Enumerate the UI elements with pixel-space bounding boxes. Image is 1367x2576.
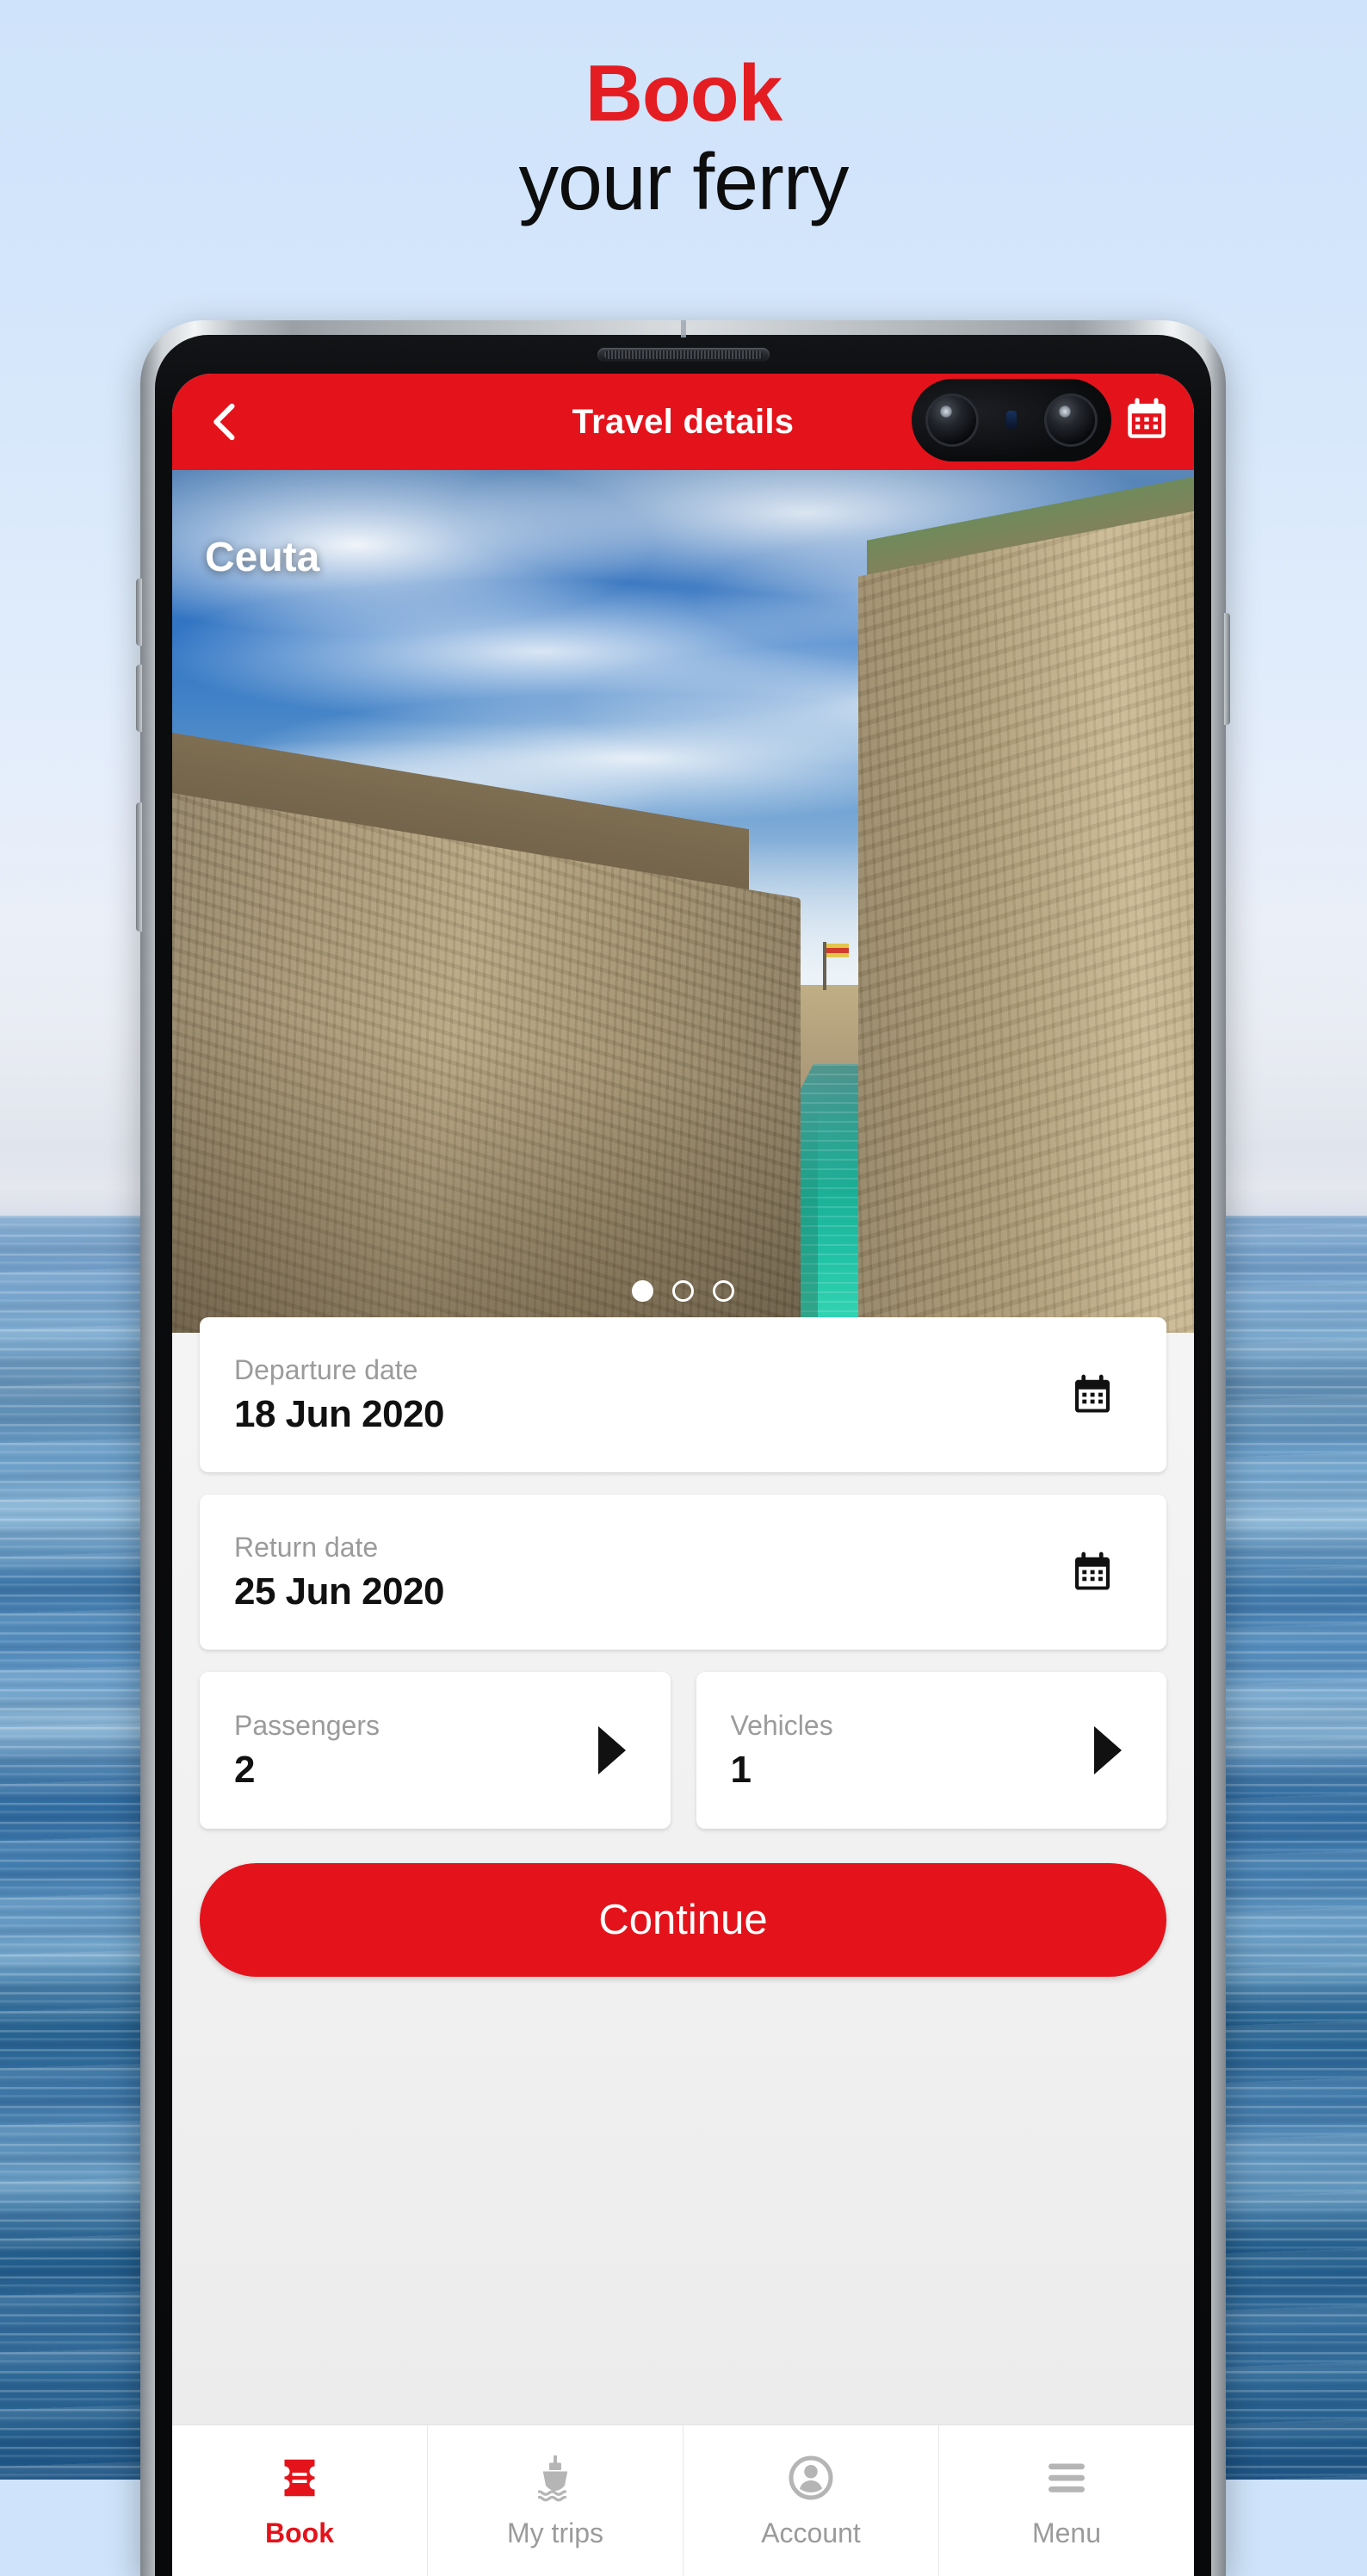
person-icon bbox=[789, 2455, 833, 2500]
continue-button[interactable]: Continue bbox=[200, 1863, 1166, 1977]
carousel-dot-2[interactable] bbox=[672, 1280, 694, 1302]
nav-label-menu: Menu bbox=[1031, 2517, 1102, 2548]
triangle-right-icon[interactable] bbox=[1094, 1726, 1122, 1774]
camera-punch-hole bbox=[912, 379, 1111, 461]
return-date-label: Return date bbox=[234, 1531, 379, 1563]
app-bar: Travel details bbox=[172, 374, 1194, 470]
carousel-indicator bbox=[172, 1280, 1194, 1302]
return-date-value: 25 Jun 2020 bbox=[234, 1570, 445, 1613]
phone-screen: Travel details Ceuta Departure date 18 J… bbox=[172, 374, 1194, 2576]
volume-down-button[interactable] bbox=[136, 665, 142, 732]
phone-mockup: Travel details Ceuta Departure date 18 J… bbox=[136, 320, 1230, 2576]
carousel-dot-3[interactable] bbox=[713, 1280, 734, 1302]
promo-headline-line1: Book bbox=[585, 48, 783, 138]
hamburger-icon bbox=[1048, 2463, 1085, 2492]
passengers-field[interactable]: Passengers 2 bbox=[200, 1672, 671, 1829]
phone-antenna-line bbox=[680, 320, 686, 337]
phone-earpiece bbox=[597, 348, 770, 362]
departure-date-label: Departure date bbox=[234, 1353, 418, 1385]
ferry-icon bbox=[537, 2455, 568, 2502]
passengers-value: 2 bbox=[234, 1748, 255, 1791]
destination-name: Ceuta bbox=[205, 535, 320, 580]
calendar-icon[interactable] bbox=[1068, 1371, 1116, 1419]
nav-label-account: Account bbox=[761, 2517, 861, 2548]
nav-item-book[interactable]: Book bbox=[172, 2425, 428, 2576]
return-date-field[interactable]: Return date 25 Jun 2020 bbox=[200, 1495, 1166, 1650]
vehicles-label: Vehicles bbox=[730, 1709, 833, 1741]
destination-hero-image[interactable]: Ceuta bbox=[172, 470, 1194, 1333]
promo-headline-line2: your ferry bbox=[518, 137, 850, 226]
camera-lens-right bbox=[1044, 393, 1098, 447]
triangle-right-icon[interactable] bbox=[597, 1726, 626, 1774]
booking-form: Departure date 18 Jun 2020 Return date 2… bbox=[172, 1317, 1194, 2424]
nav-label-my-trips: My trips bbox=[507, 2517, 603, 2548]
back-chevron-icon[interactable] bbox=[201, 398, 250, 446]
nav-item-my-trips[interactable]: My trips bbox=[428, 2425, 684, 2576]
vehicles-field[interactable]: Vehicles 1 bbox=[696, 1672, 1166, 1829]
carousel-dot-1[interactable] bbox=[632, 1280, 653, 1302]
departure-date-value: 18 Jun 2020 bbox=[234, 1392, 445, 1435]
passengers-label: Passengers bbox=[234, 1709, 380, 1741]
bottom-navigation: Book My trips Account Menu bbox=[172, 2424, 1194, 2576]
vehicles-value: 1 bbox=[730, 1748, 752, 1791]
nav-item-account[interactable]: Account bbox=[684, 2425, 939, 2576]
ticket-icon bbox=[284, 2459, 315, 2497]
promo-headline: Book your ferry bbox=[0, 53, 1367, 222]
counts-row: Passengers 2 Vehicles 1 bbox=[200, 1672, 1166, 1829]
assistant-button[interactable] bbox=[136, 802, 142, 932]
camera-sensor bbox=[1006, 411, 1017, 430]
nav-label-book: Book bbox=[265, 2517, 334, 2548]
hero-right-wall bbox=[858, 505, 1194, 1333]
power-button[interactable] bbox=[1224, 613, 1230, 725]
calendar-icon[interactable] bbox=[1122, 394, 1172, 444]
field-spacer bbox=[200, 1472, 1166, 1495]
hero-flag bbox=[823, 942, 849, 990]
nav-item-menu[interactable]: Menu bbox=[939, 2425, 1194, 2576]
departure-date-field[interactable]: Departure date 18 Jun 2020 bbox=[200, 1317, 1166, 1472]
camera-lens-left bbox=[925, 393, 979, 447]
volume-up-button[interactable] bbox=[136, 579, 142, 646]
calendar-icon[interactable] bbox=[1068, 1548, 1116, 1596]
